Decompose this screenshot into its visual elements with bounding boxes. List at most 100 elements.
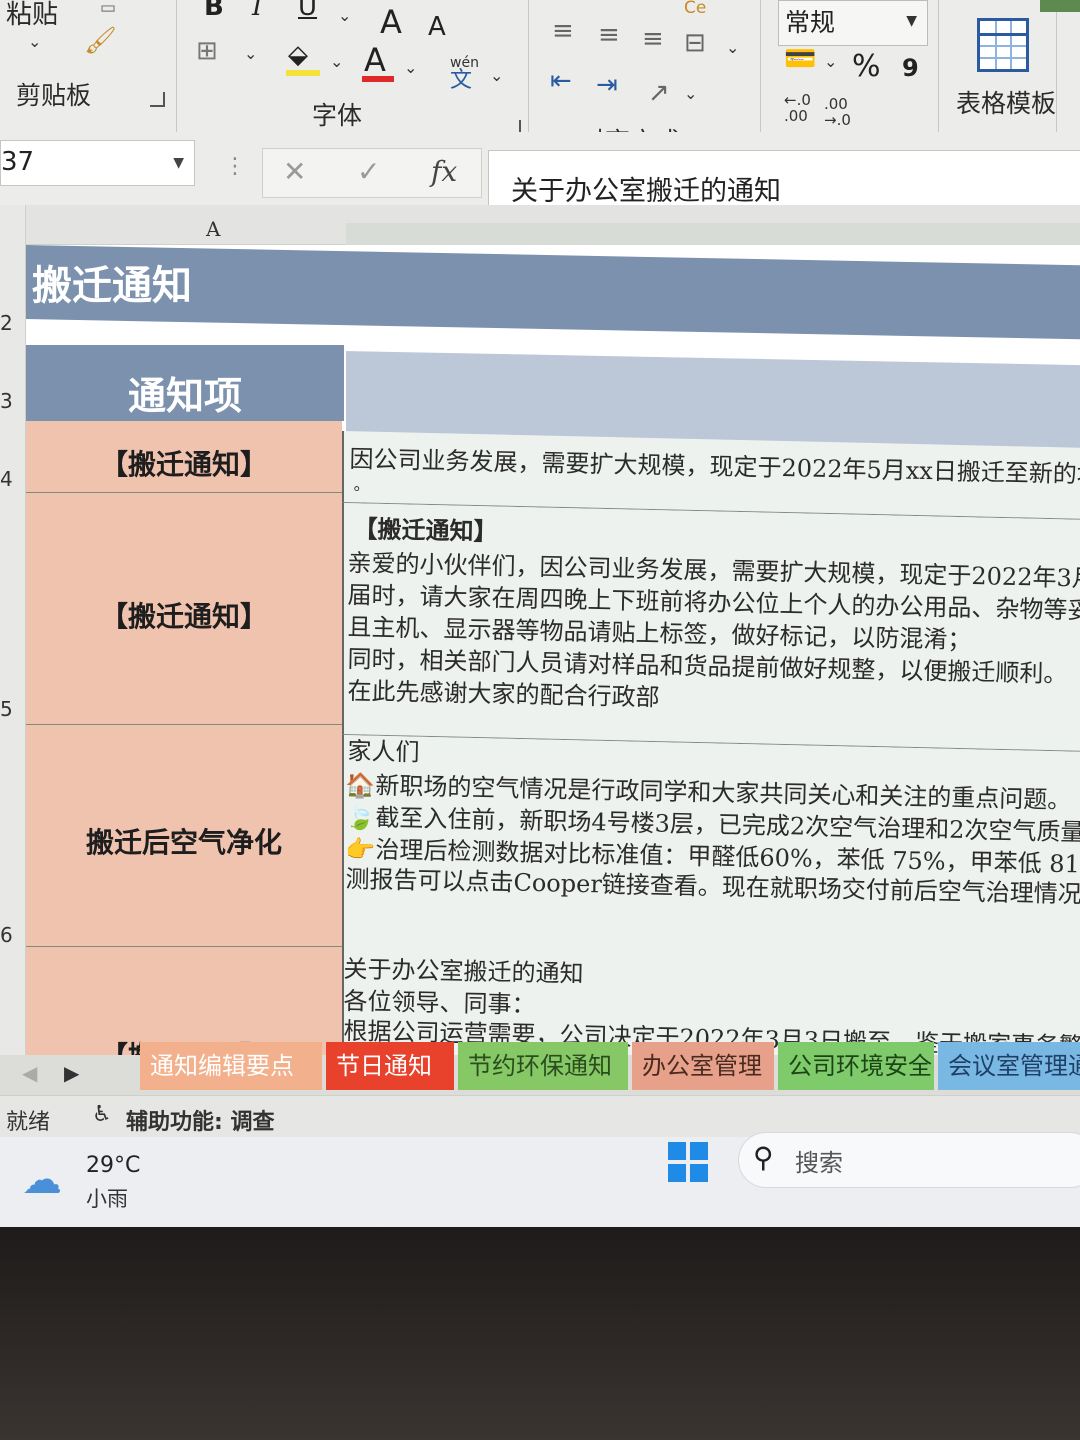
- drag-handle-icon[interactable]: ⋮: [224, 154, 246, 179]
- row-number[interactable]: 3: [0, 389, 13, 413]
- clipboard-launcher-icon[interactable]: [150, 92, 165, 107]
- percent-button[interactable]: %: [852, 52, 881, 82]
- fill-color-swatch: [286, 70, 320, 76]
- chevron-down-icon: ▼: [906, 13, 917, 29]
- column-b-header[interactable]: [346, 223, 1080, 245]
- number-format-value: 常规: [785, 8, 836, 37]
- align-left-icon[interactable]: ≡: [552, 18, 574, 44]
- accessibility-status[interactable]: 辅助功能: 调查: [126, 1104, 274, 1136]
- item-label: 搬迁后空气净化: [85, 826, 282, 859]
- italic-button[interactable]: I: [252, 0, 262, 20]
- decrease-indent-icon[interactable]: ⇤: [550, 68, 572, 94]
- name-box[interactable]: 37 ▼: [0, 140, 195, 186]
- shrink-font-button[interactable]: A: [428, 14, 446, 40]
- sheet-tab-label: 通知编辑要点: [150, 1052, 294, 1080]
- decrease-decimal-button[interactable]: .00 →.0: [824, 96, 858, 128]
- sheet-tab-label: 办公室管理: [642, 1052, 762, 1080]
- row-header: 2 3 4 5 6: [0, 205, 26, 1055]
- tab-scroll-right-icon[interactable]: ▶: [64, 1061, 79, 1085]
- sheet-tab[interactable]: 通知编辑要点: [140, 1042, 322, 1090]
- accessibility-icon[interactable]: ♿: [92, 1102, 112, 1127]
- wrap-text-icon[interactable]: Ce: [684, 0, 706, 17]
- font-color-button[interactable]: A: [364, 44, 386, 76]
- sheet-tab-label: 节约环保通知: [468, 1052, 612, 1080]
- weather-description[interactable]: 小雨: [86, 1183, 128, 1213]
- phonetic-chevron-icon[interactable]: ⌄: [490, 66, 503, 85]
- search-icon: ⚲: [753, 1141, 774, 1174]
- orientation-chevron-icon[interactable]: ⌄: [684, 84, 697, 103]
- cancel-button[interactable]: ✕: [283, 155, 306, 188]
- enter-button[interactable]: ✓: [357, 155, 380, 188]
- format-painter-icon[interactable]: 🖌: [84, 28, 117, 54]
- chevron-down-icon[interactable]: ▼: [173, 155, 184, 171]
- spreadsheet-grid[interactable]: 2 3 4 5 6 A 搬迁通知 通知项 【搬迁通知】 因公司业务发展，需要扩大…: [0, 205, 1080, 1055]
- row-number[interactable]: 5: [0, 697, 13, 721]
- merge-chevron-icon[interactable]: ⌄: [726, 38, 739, 57]
- search-placeholder: 搜索: [795, 1149, 843, 1177]
- sheet-title: 搬迁通知: [32, 263, 192, 309]
- column-header: A: [26, 205, 1080, 245]
- font-color-chevron-icon[interactable]: ⌄: [404, 58, 417, 77]
- name-box-value: 37: [1, 147, 35, 177]
- windows-logo-icon: [690, 1142, 708, 1160]
- sheet-tab[interactable]: 节日通知: [326, 1042, 454, 1090]
- taskbar-search[interactable]: ⚲ 搜索: [738, 1132, 1080, 1188]
- ribbon-edge: [1040, 0, 1080, 12]
- clipboard-group-label: 剪贴板: [16, 81, 92, 110]
- header-notice-item: 通知项: [127, 374, 242, 418]
- sheet-tab-label: 公司环境安全: [788, 1052, 932, 1080]
- content-line: 【搬迁通知】: [353, 513, 498, 547]
- sheet-tab[interactable]: 公司环境安全: [778, 1042, 934, 1090]
- increase-decimal-button[interactable]: ←.0 .00: [784, 92, 818, 124]
- table-template-icon[interactable]: [977, 18, 1029, 72]
- sheet-tab[interactable]: 办公室管理: [632, 1042, 774, 1090]
- windows-logo-icon: [668, 1142, 686, 1160]
- column-a-header[interactable]: A: [206, 217, 220, 241]
- row-number[interactable]: 2: [0, 311, 13, 335]
- comma-button[interactable]: 9: [902, 56, 919, 80]
- status-bar: 就绪 ♿ 辅助功能: 调查: [0, 1095, 1080, 1137]
- font-group-label: 字体: [312, 101, 363, 130]
- sheet-tab[interactable]: 节约环保通知: [458, 1042, 628, 1090]
- formula-content: 关于办公室搬迁的通知: [511, 176, 781, 207]
- currency-chevron-icon[interactable]: ⌄: [824, 52, 837, 71]
- weather-icon[interactable]: ☁: [22, 1157, 62, 1203]
- table-template-button[interactable]: 表格模板: [956, 84, 1056, 120]
- content-line: 。: [353, 474, 370, 495]
- paste-chevron-icon[interactable]: ⌄: [28, 32, 41, 51]
- row-number[interactable]: 6: [0, 923, 13, 947]
- underline-chevron-icon[interactable]: ⌄: [338, 6, 351, 25]
- border-chevron-icon[interactable]: ⌄: [244, 44, 257, 63]
- insert-function-button[interactable]: fx: [431, 155, 457, 188]
- phonetic-icon[interactable]: 文: [450, 70, 472, 92]
- windows-logo-icon: [690, 1164, 708, 1182]
- tab-scroll-left-icon[interactable]: ◀: [22, 1061, 37, 1085]
- fill-chevron-icon[interactable]: ⌄: [330, 52, 343, 71]
- align-center-icon[interactable]: ≡: [598, 22, 620, 48]
- item-label: 【搬迁通知】: [99, 448, 268, 481]
- content-line: 在此先感谢大家的配合行政部: [347, 676, 660, 712]
- merge-center-icon[interactable]: ⊟: [684, 30, 706, 56]
- windows-logo-icon: [668, 1164, 686, 1182]
- number-format-dropdown[interactable]: 常规 ▼: [778, 0, 928, 46]
- align-right-icon[interactable]: ≡: [642, 26, 664, 52]
- formula-buttons: ✕ ✓ fx: [262, 148, 482, 198]
- copy-icon[interactable]: ▭: [100, 0, 116, 17]
- content-line: 家人们: [347, 736, 420, 767]
- sheet-tab[interactable]: 会议室管理通: [938, 1042, 1080, 1090]
- currency-icon[interactable]: 💳: [784, 46, 816, 72]
- bold-button[interactable]: B: [204, 0, 224, 20]
- row-number[interactable]: 4: [0, 467, 13, 491]
- formula-input[interactable]: 关于办公室搬迁的通知: [488, 150, 1080, 212]
- monitor-bezel: [0, 1227, 1080, 1440]
- border-icon[interactable]: ⊞: [196, 38, 218, 64]
- underline-button[interactable]: U: [298, 0, 317, 20]
- orientation-icon[interactable]: ↗: [648, 80, 670, 106]
- weather-temperature[interactable]: 29°C: [86, 1153, 140, 1178]
- paste-button-label[interactable]: 粘贴: [6, 0, 58, 31]
- sheet-tab-label: 会议室管理通: [948, 1052, 1080, 1080]
- start-button[interactable]: [668, 1142, 708, 1182]
- grow-font-button[interactable]: A: [380, 6, 402, 38]
- increase-indent-icon[interactable]: ⇥: [596, 72, 618, 98]
- fill-color-icon[interactable]: ⬙: [288, 42, 308, 68]
